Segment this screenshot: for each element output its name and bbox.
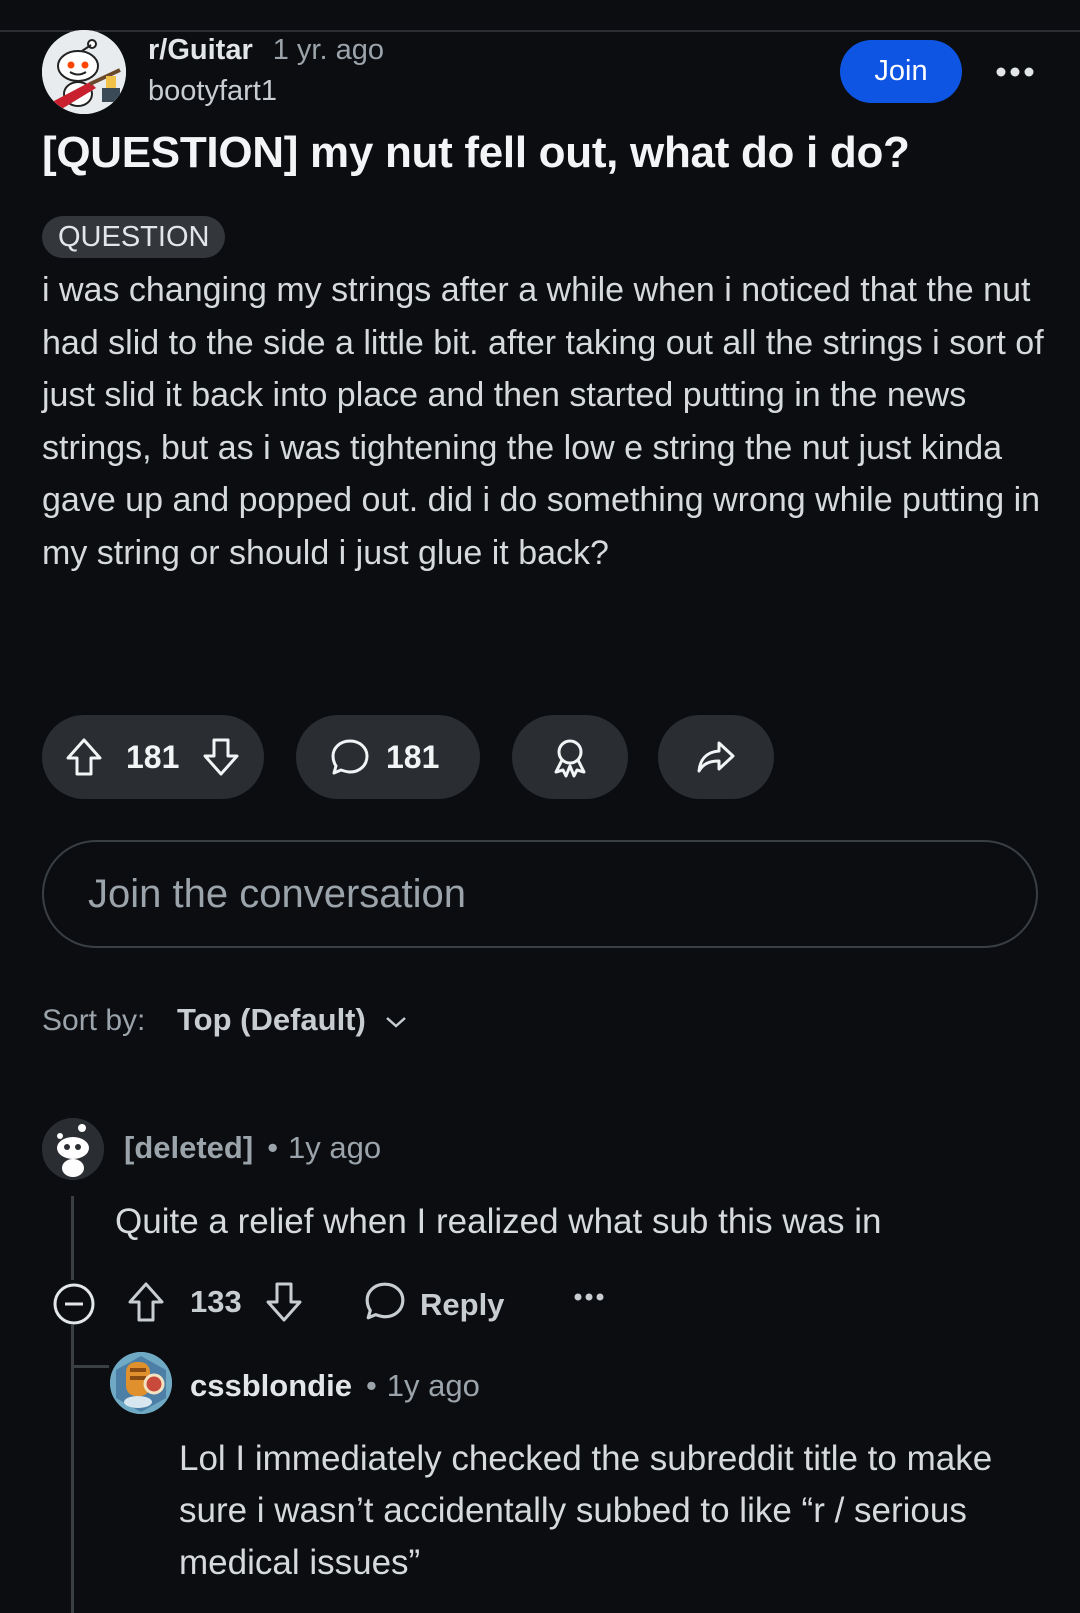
comment-upvote-icon[interactable]	[126, 1280, 166, 1324]
collapse-icon[interactable]	[52, 1282, 96, 1326]
thread-line[interactable]	[71, 1196, 74, 1280]
share-button[interactable]	[658, 715, 774, 799]
post-meta: r/Guitar 1 yr. ago	[148, 34, 384, 67]
avatar[interactable]	[42, 1118, 104, 1180]
comment-header: [deleted] • 1y ago	[124, 1130, 381, 1166]
post-body: i was changing my strings after a while …	[42, 271, 1044, 572]
reply-button[interactable]: Reply	[364, 1280, 504, 1330]
vote-bar: 181	[42, 715, 264, 799]
comment-author[interactable]: cssblondie	[190, 1368, 352, 1404]
join-button[interactable]: Join	[840, 40, 962, 103]
reply-icon	[364, 1280, 406, 1330]
chevron-down-icon	[384, 1002, 408, 1038]
post-title[interactable]: [QUESTION] my nut fell out, what do i do…	[42, 128, 1042, 178]
separator-dot: •	[267, 1130, 279, 1165]
comment-more-icon[interactable]	[574, 1292, 604, 1302]
comment-time: 1y ago	[386, 1368, 480, 1403]
post-author[interactable]: bootyfart1	[148, 75, 277, 108]
upvote-icon[interactable]	[64, 736, 104, 778]
sort-dropdown[interactable]: Top (Default)	[177, 1002, 408, 1038]
comment-icon	[330, 737, 370, 777]
subreddit-avatar[interactable]	[42, 30, 126, 114]
downvote-icon[interactable]	[201, 736, 241, 778]
share-icon	[695, 739, 737, 775]
thread-branch	[71, 1365, 109, 1368]
avatar[interactable]	[110, 1352, 172, 1414]
thread-line[interactable]	[71, 1325, 74, 1613]
sort-label: Sort by:	[42, 1004, 146, 1037]
award-button[interactable]	[512, 715, 628, 799]
post-time: 1 yr. ago	[272, 34, 384, 66]
comment-author[interactable]: [deleted]	[124, 1130, 253, 1166]
comment-count: 181	[386, 738, 440, 775]
comment-vote-count: 133	[190, 1284, 242, 1319]
award-icon	[550, 736, 590, 778]
comment-composer[interactable]: Join the conversation	[42, 840, 1038, 948]
comment-body: Quite a relief when I realized what sub …	[115, 1202, 882, 1241]
comment-time: 1y ago	[288, 1130, 382, 1165]
post-flair[interactable]: QUESTION	[42, 216, 226, 258]
comments-button[interactable]: 181	[296, 715, 480, 799]
more-icon[interactable]	[990, 52, 1040, 92]
comment-header: cssblondie • 1y ago	[190, 1368, 480, 1404]
comment-body: Lol I immediately checked the subreddit …	[179, 1439, 993, 1582]
sort-value: Top (Default)	[177, 1002, 366, 1037]
comment-downvote-icon[interactable]	[264, 1280, 304, 1324]
reply-label: Reply	[420, 1287, 505, 1322]
top-divider	[0, 30, 1080, 32]
separator-dot: •	[365, 1368, 377, 1403]
subreddit-name[interactable]: r/Guitar	[148, 34, 253, 67]
vote-count: 181	[126, 738, 180, 775]
